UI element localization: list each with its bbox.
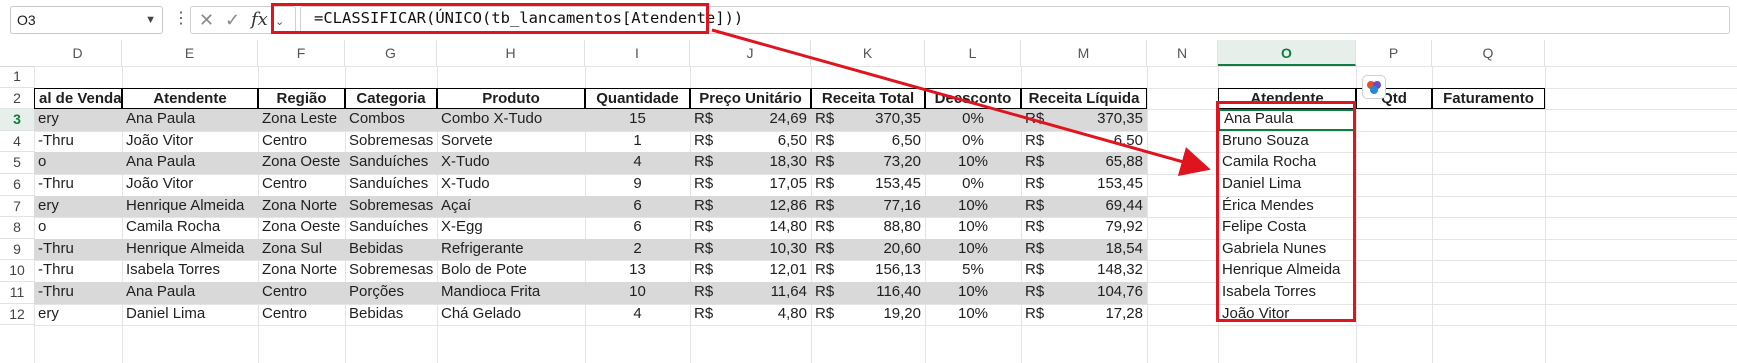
annotation-arrow [711, 28, 1211, 176]
